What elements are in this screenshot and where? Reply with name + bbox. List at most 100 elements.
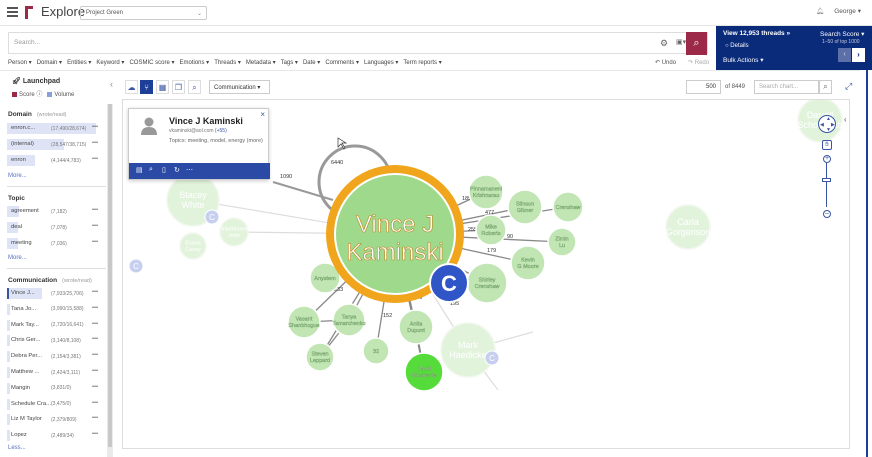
filter-comments[interactable]: Comments ▾ <box>325 60 359 66</box>
filter-date[interactable]: Date ▾ <box>303 60 320 66</box>
email-extra[interactable]: (+55) <box>215 128 227 134</box>
list-item[interactable]: enron (4,144/4,783) ••• <box>7 155 106 166</box>
more-icon[interactable]: ••• <box>92 352 98 358</box>
user-menu[interactable]: 🔔︎ George ▾ <box>816 7 861 15</box>
next-page-button[interactable]: › <box>852 48 865 62</box>
zoom-search-icon[interactable]: ⌕ <box>188 80 201 94</box>
filter-person[interactable]: Person ▾ <box>8 60 32 66</box>
volume-bar <box>7 430 10 442</box>
network-view-icon[interactable]: ⑂ <box>140 80 153 94</box>
view-threads-link[interactable]: View 12,953 threads » <box>723 30 790 37</box>
list-item[interactable]: Tana Jo... (3,990/15,588) ••• <box>7 303 106 315</box>
more-icon[interactable]: ••• <box>92 321 98 327</box>
topic-more-link[interactable]: More... <box>8 255 27 261</box>
graph-edge[interactable] <box>272 181 334 201</box>
refresh-icon[interactable]: ↻ <box>174 166 180 174</box>
list-item[interactable]: Mark Tay... (2,720/16,641) ••• <box>7 319 106 331</box>
filter-metadata[interactable]: Metadata ▾ <box>246 60 276 66</box>
filter-keyword[interactable]: Keyword ▾ <box>96 60 124 66</box>
copy-icon[interactable]: ❐ <box>172 80 185 94</box>
gear-icon[interactable]: ⚙ <box>660 38 668 49</box>
more-icon[interactable]: ••• <box>92 223 98 229</box>
list-item[interactable]: Chris Ger... (3,140/8,108) ••• <box>7 335 106 347</box>
undo-button[interactable]: ↶ Undo <box>655 60 682 66</box>
more-icon[interactable]: ••• <box>92 400 98 406</box>
list-item[interactable]: (internal) (28,547/38,715) ••• <box>7 139 106 150</box>
hand-icon[interactable]: ✋︎ <box>822 140 832 150</box>
list-item[interactable]: agreement (7,182) ••• <box>7 206 106 217</box>
more-icon[interactable]: ••• <box>92 384 98 390</box>
card-icon[interactable]: ▤ <box>136 166 143 174</box>
search-button[interactable]: ⌕ <box>686 32 707 55</box>
graph-mode-label: Communication <box>214 85 256 91</box>
close-icon[interactable]: × <box>260 110 265 119</box>
collapse-left-icon[interactable]: ‹ <box>110 79 113 89</box>
filter-entities[interactable]: Entities ▾ <box>67 60 91 66</box>
zoom-track[interactable] <box>826 163 827 207</box>
redo-button[interactable]: ↷ Redo <box>688 60 715 66</box>
filter-languages[interactable]: Languages ▾ <box>364 60 398 66</box>
more-icon[interactable]: ••• <box>92 336 98 342</box>
more-icon[interactable]: ••• <box>92 239 98 245</box>
list-item[interactable]: Mangin (3,831/0) ••• <box>7 382 106 394</box>
search-input[interactable] <box>14 39 614 46</box>
list-item[interactable]: Debra Per... (2,154/3,381) ••• <box>7 351 106 363</box>
menu-icon[interactable] <box>7 7 18 17</box>
more-icon[interactable]: ••• <box>92 140 98 146</box>
more-icon[interactable]: ••• <box>92 368 98 374</box>
prev-page-button[interactable]: ‹ <box>838 48 851 62</box>
search-chart-input[interactable]: Search chart... <box>754 80 819 94</box>
expand-icon[interactable]: ⤢ <box>845 81 852 92</box>
pan-control[interactable]: ▲ ▼ ◀ ▶ <box>818 115 836 133</box>
node-limit-input[interactable]: 500 <box>686 80 721 94</box>
zoom-in-button[interactable]: + <box>823 155 831 163</box>
filter-tags[interactable]: Tags ▾ <box>281 60 298 66</box>
list-item[interactable]: Liz M Taylor (2,379/809) ••• <box>7 414 106 426</box>
score-option[interactable]: Score ⓘ <box>12 91 42 98</box>
filter-term-reports[interactable]: Term reports ▾ <box>403 60 441 66</box>
collapse-right-icon[interactable]: ‹ <box>844 115 847 124</box>
filter-emotions[interactable]: Emotions ▾ <box>179 60 209 66</box>
list-item[interactable]: deal (7,078) ••• <box>7 222 106 233</box>
search-icon[interactable]: ⌕ <box>149 166 153 174</box>
save-search-icon[interactable]: ▣▾ <box>676 38 686 46</box>
list-item[interactable]: Lopez (2,489/34) ••• <box>7 430 106 442</box>
sidebar-scrollbar[interactable] <box>107 104 113 457</box>
bulk-actions-button[interactable]: Bulk Actions ▾ <box>723 56 763 64</box>
project-select[interactable]: Project Green ⌄ <box>80 6 207 20</box>
filter-domain[interactable]: Domain ▾ <box>37 60 62 66</box>
more-icon[interactable]: ••• <box>92 207 98 213</box>
document-icon[interactable]: ▯ <box>162 166 166 174</box>
filter-threads[interactable]: Threads ▾ <box>214 60 241 66</box>
search-icon: ⌕ <box>693 37 700 49</box>
search-score-select[interactable]: Search Score ▾ <box>820 30 864 38</box>
more-icon[interactable]: ••• <box>92 415 98 421</box>
zoom-slider-knob[interactable] <box>822 178 831 182</box>
list-item[interactable]: Vince J... (7,933/25,706) ••• <box>7 288 106 299</box>
more-icon[interactable]: ⋯ <box>186 166 193 174</box>
search-icon[interactable]: ⌕ <box>819 80 832 94</box>
list-item[interactable]: meeting (7,036) ••• <box>7 238 106 249</box>
more-icon[interactable]: ••• <box>92 124 98 130</box>
more-icon[interactable]: ••• <box>92 156 98 162</box>
domain-more-link[interactable]: More... <box>8 173 27 179</box>
volume-option[interactable]: Volume <box>47 91 74 98</box>
more-icon[interactable]: ••• <box>92 431 98 437</box>
filter-cosmic-score[interactable]: COSMIC score ▾ <box>129 60 174 66</box>
zoom-out-button[interactable]: – <box>823 210 831 218</box>
node-label: Evans <box>185 241 201 247</box>
more-icon[interactable]: ••• <box>92 289 98 295</box>
node-label: Shanbhogue <box>288 323 319 329</box>
bell-icon[interactable]: 🔔︎ <box>816 8 824 15</box>
list-item[interactable]: enron.c... (17,490/28,674) ••• <box>7 123 106 134</box>
center-label: Kaminski <box>346 239 443 266</box>
list-item[interactable]: Matthew ... (2,424/3,111) ••• <box>7 367 106 378</box>
graph-mode-select[interactable]: Communication ▾ <box>209 80 270 94</box>
topic-heading: Topic <box>8 195 25 202</box>
details-toggle[interactable]: ○ Details <box>725 43 749 49</box>
cloud-view-icon[interactable]: ☁ <box>125 80 138 94</box>
list-item[interactable]: Schedule Cra... (3,475/0) ••• <box>7 398 106 410</box>
grid-view-icon[interactable]: ▦ <box>156 80 169 94</box>
more-icon[interactable]: ••• <box>92 305 98 311</box>
communication-less-link[interactable]: Less... <box>8 445 26 451</box>
